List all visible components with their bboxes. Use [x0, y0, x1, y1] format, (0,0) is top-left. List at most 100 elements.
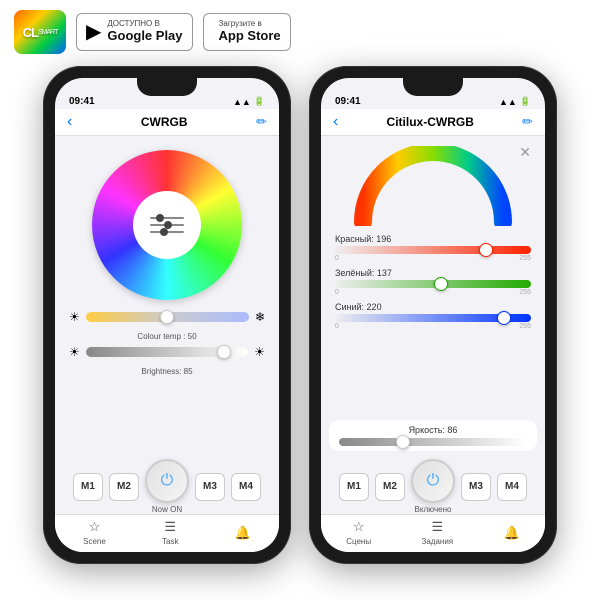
phone1-brightness-high-icon: ☀: [254, 345, 265, 359]
phone1-m3-button[interactable]: M3: [195, 473, 225, 501]
phone1-scene-label: Scene: [83, 537, 106, 546]
phone2-brightness-thumb[interactable]: [396, 435, 410, 449]
phone1-m1-button[interactable]: M1: [73, 473, 103, 501]
phone1-m-buttons-row: M1 M2 ⏻ Now ON M3 M4: [55, 453, 279, 514]
phone1-sun-large-icon: ❄: [255, 310, 265, 324]
phone1-status-icons: ▲▲ 🔋: [233, 96, 265, 107]
google-play-badge[interactable]: ▶ ДОСТУПНО В Google Play: [76, 13, 193, 51]
phone2-green-track[interactable]: [335, 280, 531, 288]
phone2-blue-min: 0: [335, 323, 339, 330]
phone2-m1-button[interactable]: M1: [339, 473, 369, 501]
app-store-sub: Загрузите в: [219, 20, 281, 28]
phone2-m-buttons-row: M1 M2 ⏻ Включено M3 M4: [321, 455, 545, 514]
phone2-alarm-icon: 🔔: [504, 525, 520, 541]
phone1-sliders-icon: [150, 217, 184, 233]
phone2-red-max: 255: [519, 255, 531, 262]
phone2-blue-thumb[interactable]: [497, 311, 511, 325]
phone1-title: CWRGB: [141, 115, 188, 129]
phone1-m4-button[interactable]: M4: [231, 473, 261, 501]
phone2-brightness-track[interactable]: [339, 438, 527, 446]
phone2-red-label: Красный: 196: [335, 234, 391, 244]
phone2-green-row: Зелёный: 137 0 255: [335, 268, 531, 296]
slider-line-3: [150, 231, 184, 233]
phone1-m2-button[interactable]: M2: [109, 473, 139, 501]
app-store-text: Загрузите в App Store: [219, 20, 281, 44]
phone2-color-arc: [353, 146, 513, 226]
phone2-nav-scene[interactable]: ☆ Сцены: [346, 519, 371, 546]
phone1-brightness-low-icon: ☀: [69, 345, 80, 359]
phone2-status-icons: ▲▲ 🔋: [499, 96, 531, 107]
phone2-screen: 09:41 ▲▲ 🔋 ‹ Citilux-CWRGB ✏: [321, 78, 545, 552]
phone1-color-temp-thumb[interactable]: [160, 310, 174, 324]
phones-container: 09:41 ▲▲ 🔋 ‹ CWRGB ✏: [0, 66, 600, 564]
phone2-header: ‹ Citilux-CWRGB ✏: [321, 109, 545, 136]
phone1-nav-alarm[interactable]: 🔔: [235, 525, 251, 541]
phone2-red-thumb[interactable]: [479, 243, 493, 257]
phone2-m3-button[interactable]: M3: [461, 473, 491, 501]
phone1-nav-task[interactable]: ☰ Task: [162, 519, 178, 546]
phone2-power-button[interactable]: ⏻: [411, 459, 455, 503]
slider-line-1: [150, 217, 184, 219]
phone1-time: 09:41: [69, 96, 95, 107]
phone2-close-button[interactable]: ✕: [519, 144, 531, 161]
phone1-back-button[interactable]: ‹: [67, 113, 72, 131]
phone1-color-wheel[interactable]: [92, 150, 242, 300]
phone1-screen: 09:41 ▲▲ 🔋 ‹ CWRGB ✏: [55, 78, 279, 552]
phone1-sliders-section: ☀ ❄ Colour temp : 50 ☀ ☀ Brightness: 85: [55, 306, 279, 453]
phone2-title: Citilux-CWRGB: [387, 115, 474, 129]
phone2-status-bar: 09:41 ▲▲ 🔋: [321, 78, 545, 109]
phone2: 09:41 ▲▲ 🔋 ‹ Citilux-CWRGB ✏: [309, 66, 557, 564]
phone2-nav-alarm[interactable]: 🔔: [504, 525, 520, 541]
phone1-color-wheel-container: [55, 136, 279, 306]
phone1-color-temp-track[interactable]: [86, 312, 249, 322]
phone2-time: 09:41: [335, 96, 361, 107]
cl-logo: CLSMART: [14, 10, 66, 54]
slider-line-2: [150, 224, 184, 226]
phone1-status-bar: 09:41 ▲▲ 🔋: [55, 78, 279, 109]
phone2-green-max: 255: [519, 289, 531, 296]
phone1-task-icon: ☰: [164, 519, 176, 535]
phone1-color-wheel-inner: [133, 191, 201, 259]
phone1-color-temp-label: Colour temp : 50: [69, 332, 265, 341]
phone1-brightness-thumb[interactable]: [217, 345, 231, 359]
phone2-m2-button[interactable]: M2: [375, 473, 405, 501]
phone1-alarm-icon: 🔔: [235, 525, 251, 541]
phone2-red-row: Красный: 196 0 255: [335, 234, 531, 262]
phone1-brightness-label: Brightness: 85: [69, 367, 265, 376]
phone2-brightness-section: Яркость: 86: [329, 420, 537, 451]
phone1-nav-scene[interactable]: ☆ Scene: [83, 519, 106, 546]
phone1-brightness-track[interactable]: [86, 347, 248, 357]
phone2-task-icon: ☰: [432, 519, 444, 535]
phone1-bottom-nav: ☆ Scene ☰ Task 🔔: [55, 514, 279, 552]
phone1-power-button[interactable]: ⏻: [145, 459, 189, 503]
phone1-scene-icon: ☆: [89, 519, 101, 535]
phone1-sun-small-icon: ☀: [69, 310, 80, 324]
phone1: 09:41 ▲▲ 🔋 ‹ CWRGB ✏: [43, 66, 291, 564]
phone2-blue-label: Синий: 220: [335, 302, 382, 312]
phone2-scene-label: Сцены: [346, 537, 371, 546]
phone2-green-thumb[interactable]: [434, 277, 448, 291]
phone2-blue-max: 255: [519, 323, 531, 330]
google-play-text: ДОСТУПНО В Google Play: [107, 20, 182, 44]
phone1-edit-button[interactable]: ✏: [256, 114, 267, 130]
phone2-task-label: Задания: [422, 537, 454, 546]
app-store-badge[interactable]: Загрузите в App Store: [203, 13, 291, 51]
phone1-brightness-row: ☀ ☀: [69, 345, 265, 359]
phone2-blue-row: Синий: 220 0 255: [335, 302, 531, 330]
phone2-power-label: Включено: [415, 505, 452, 514]
google-play-icon: ▶: [86, 22, 101, 42]
phone2-edit-button[interactable]: ✏: [522, 114, 533, 130]
phone2-red-min: 0: [335, 255, 339, 262]
phone2-m4-button[interactable]: M4: [497, 473, 527, 501]
phone2-bottom-nav: ☆ Сцены ☰ Задания 🔔: [321, 514, 545, 552]
phone2-green-min: 0: [335, 289, 339, 296]
phone2-blue-track[interactable]: [335, 314, 531, 322]
phone1-task-label: Task: [162, 537, 178, 546]
phone2-brightness-label: Яркость: 86: [409, 425, 458, 435]
phone2-color-arc-container: ✕: [321, 136, 545, 230]
phone2-red-track[interactable]: [335, 246, 531, 254]
phone2-rgb-sliders: Красный: 196 0 255 Зелёный: 137: [321, 230, 545, 420]
phone2-nav-task[interactable]: ☰ Задания: [422, 519, 454, 546]
phone2-scene-icon: ☆: [353, 519, 365, 535]
phone2-back-button[interactable]: ‹: [333, 113, 338, 131]
